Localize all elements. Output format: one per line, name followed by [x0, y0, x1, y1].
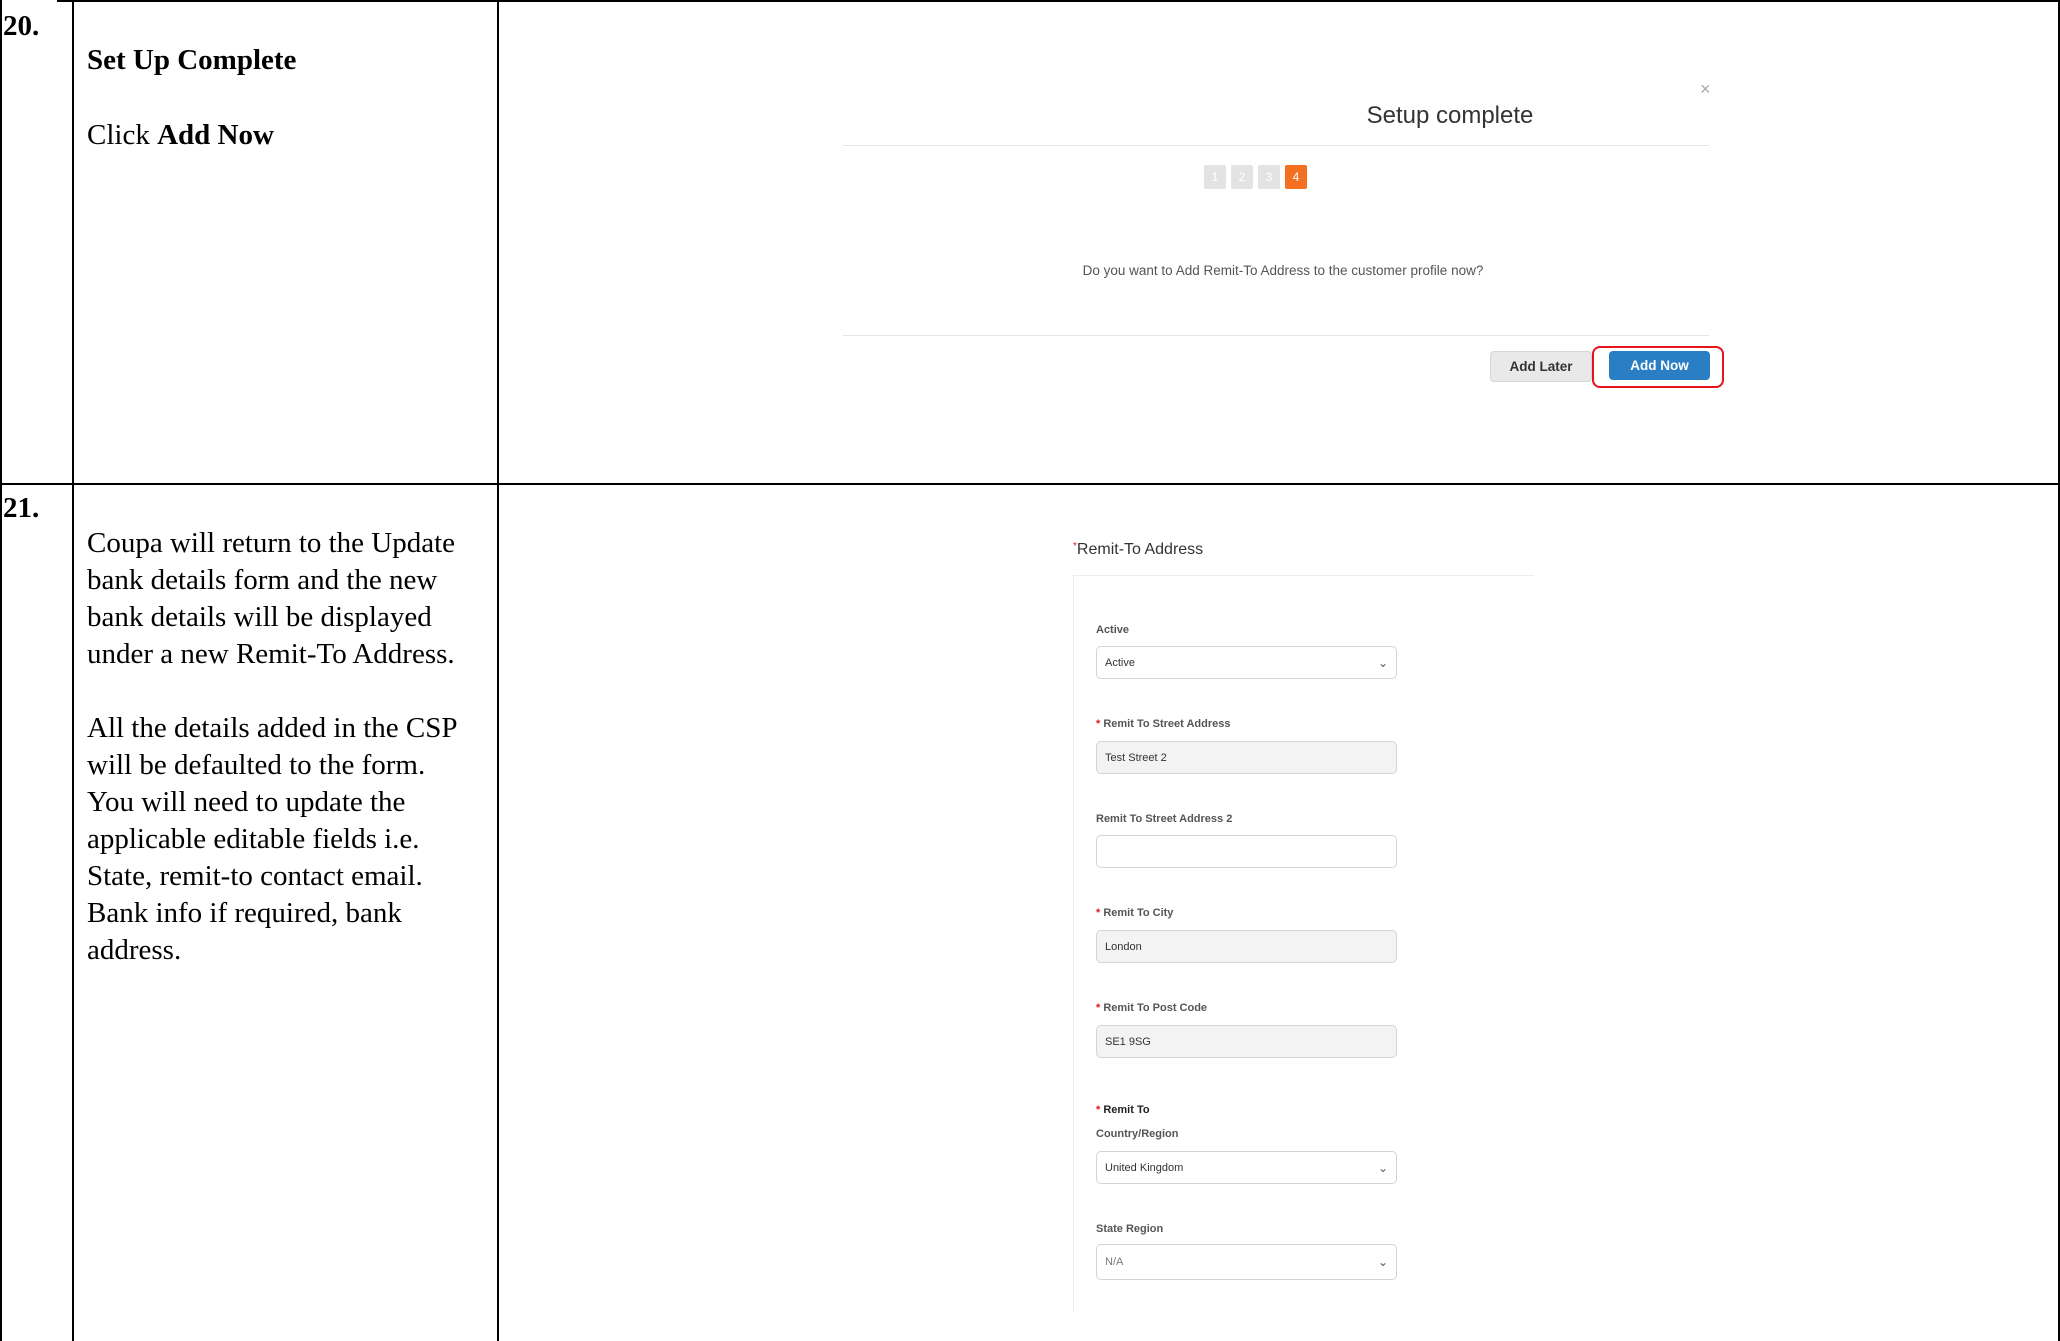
required-marker: *	[1096, 1104, 1101, 1116]
street-address-label-text: Remit To Street Address	[1103, 718, 1231, 730]
remit-to-section-title: *Remit-To Address	[1073, 541, 1203, 559]
wizard-step-1: 1	[1204, 165, 1226, 189]
step-21-paragraph-2: All the details added in the CSP will be…	[87, 712, 457, 781]
country-select-value: United Kingdom	[1105, 1161, 1184, 1174]
add-later-button[interactable]: Add Later	[1490, 351, 1592, 382]
instruction-bold: Add Now	[157, 119, 274, 151]
state-region-value: N/A	[1105, 1256, 1124, 1268]
country-sublabel: Country/Region	[1096, 1128, 1179, 1140]
active-select[interactable]: Active ⌄	[1096, 646, 1397, 679]
table-col-divider-1	[72, 0, 74, 1341]
required-marker: *	[1096, 1002, 1101, 1014]
modal-footer-separator	[843, 335, 1709, 336]
street-address-value: Test Street 2	[1105, 751, 1167, 764]
table-col-divider-2	[497, 0, 499, 1341]
wizard-step-4: 4	[1285, 165, 1307, 189]
step-number-21: 21.	[3, 492, 40, 524]
active-label: Active	[1096, 624, 1130, 636]
step-20-title: Set Up Complete	[87, 42, 296, 79]
required-marker: *	[1096, 907, 1101, 919]
step-21-instructions: Coupa will return to the Update bank det…	[87, 525, 482, 969]
add-now-highlight	[1592, 346, 1724, 388]
country-label-text: Remit To	[1103, 1104, 1150, 1116]
step-20-title-text: Set Up Complete	[87, 44, 297, 76]
step-20-instruction: Click Add Now	[87, 117, 274, 154]
required-marker: *	[1096, 718, 1101, 730]
modal-title: Setup complete	[1366, 102, 1534, 129]
country-select[interactable]: United Kingdom ⌄	[1096, 1151, 1397, 1184]
wizard-step-3: 3	[1258, 165, 1280, 189]
country-label: * Remit To	[1096, 1104, 1150, 1116]
street-address-field[interactable]: Test Street 2	[1096, 741, 1397, 774]
state-region-label: State Region	[1096, 1223, 1164, 1235]
section-title-text: Remit-To Address	[1076, 541, 1204, 558]
close-icon[interactable]: ×	[1700, 79, 1711, 100]
step-21-spacer	[87, 673, 482, 710]
step-number-20: 20.	[3, 10, 40, 42]
city-label-text: Remit To City	[1103, 907, 1174, 919]
post-code-label-text: Remit To Post Code	[1103, 1002, 1208, 1014]
step-21-paragraph-1: Coupa will return to the Update bank det…	[87, 527, 456, 670]
city-field[interactable]: London	[1096, 930, 1397, 963]
post-code-field[interactable]: SE1 9SG	[1096, 1025, 1397, 1058]
chevron-down-icon: ⌄	[1377, 1160, 1388, 1175]
modal-header-separator	[843, 145, 1709, 146]
city-label: * Remit To City	[1096, 907, 1173, 919]
street-address-2-label: Remit To Street Address 2	[1096, 813, 1233, 825]
instruction-prefix: Click	[87, 119, 158, 151]
chevron-down-icon: ⌄	[1377, 1255, 1388, 1269]
wizard-step-2: 2	[1231, 165, 1253, 189]
table-border-top	[57, 0, 2060, 2]
city-value: London	[1105, 940, 1142, 953]
wizard-steps: 1 2 3 4	[1204, 165, 1307, 189]
state-region-select[interactable]: N/A ⌄	[1096, 1244, 1397, 1280]
post-code-value: SE1 9SG	[1105, 1035, 1151, 1048]
chevron-down-icon: ⌄	[1377, 655, 1388, 670]
modal-question: Do you want to Add Remit-To Address to t…	[1082, 263, 1484, 278]
street-address-2-input[interactable]	[1096, 835, 1397, 868]
table-border-left	[0, 0, 2, 1341]
street-address-label: * Remit To Street Address	[1096, 718, 1230, 730]
post-code-label: * Remit To Post Code	[1096, 1002, 1207, 1014]
step-21-paragraph-3: You will need to update the applicable e…	[87, 786, 423, 966]
active-select-value: Active	[1105, 656, 1135, 669]
table-row-divider	[0, 483, 2060, 485]
